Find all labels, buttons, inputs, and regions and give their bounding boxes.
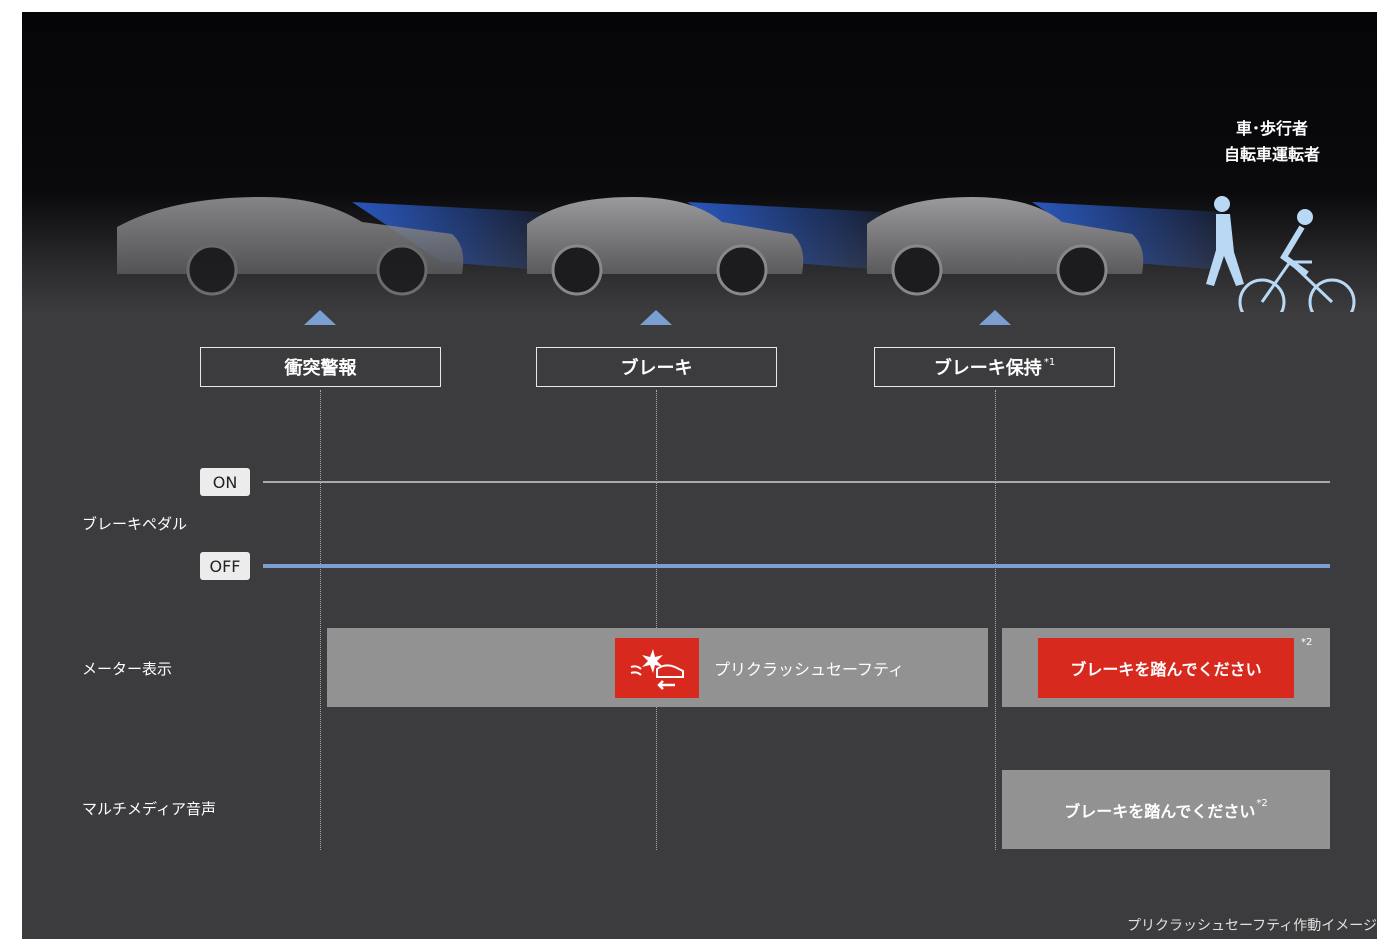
stage-marker-3	[979, 310, 1011, 325]
meter-warning-text: ブレーキを踏んでください	[1070, 660, 1262, 679]
stage-box-brake-hold: ブレーキ保持 *1	[874, 347, 1115, 387]
voice-message-text: ブレーキを踏んでください	[1064, 801, 1256, 821]
stage-box-brake: ブレーキ	[536, 347, 777, 387]
collision-icon	[630, 649, 684, 690]
stage-label: ブレーキ保持	[933, 358, 1042, 379]
pedal-off-badge: OFF	[200, 552, 250, 580]
pre-crash-safety-icon	[615, 638, 699, 698]
timeline-divider	[320, 390, 321, 850]
meter-warning-box: ブレーキを踏んでください	[1038, 638, 1294, 698]
voice-row-label: マルチメディア音声	[82, 800, 216, 818]
pedal-off-line	[263, 564, 1330, 568]
stage-marker-2	[640, 310, 672, 325]
pedal-on-line	[263, 481, 1330, 483]
diagram-panel: 車･歩行者 自転車運転者 衝突警報 ブレーキ ブレーキ保持 *1 ON ブレーキペ…	[22, 12, 1377, 939]
timeline-divider	[995, 390, 996, 850]
pedal-row-label: ブレーキペダル	[82, 515, 188, 533]
footnote-marker: *2	[1256, 798, 1268, 809]
target-line-2: 自転車運転者	[1223, 145, 1320, 164]
night-scene	[22, 12, 1377, 312]
footnote-marker: *2	[1301, 637, 1313, 648]
stage-label: ブレーキ	[620, 358, 693, 379]
stage-marker-1	[304, 310, 336, 325]
pedal-on-badge: ON	[200, 468, 250, 496]
target-label: 車･歩行者 自転車運転者	[1202, 116, 1342, 168]
voice-message-bar: ブレーキを踏んでください *2	[1002, 770, 1330, 849]
meter-display-text: プリクラッシュセーフティ	[714, 660, 905, 679]
stage-label: 衝突警報	[284, 358, 357, 379]
timeline-divider	[656, 390, 657, 850]
caption: プリクラッシュセーフティ作動イメージ	[1126, 918, 1377, 934]
target-line-1: 車･歩行者	[1235, 119, 1308, 138]
meter-row-label: メーター表示	[82, 660, 173, 678]
cyclist-icon	[1238, 209, 1356, 312]
stage-box-collision-warning: 衝突警報	[200, 347, 441, 387]
scene-illustration	[117, 196, 1356, 312]
footnote-marker: *1	[1043, 356, 1056, 368]
